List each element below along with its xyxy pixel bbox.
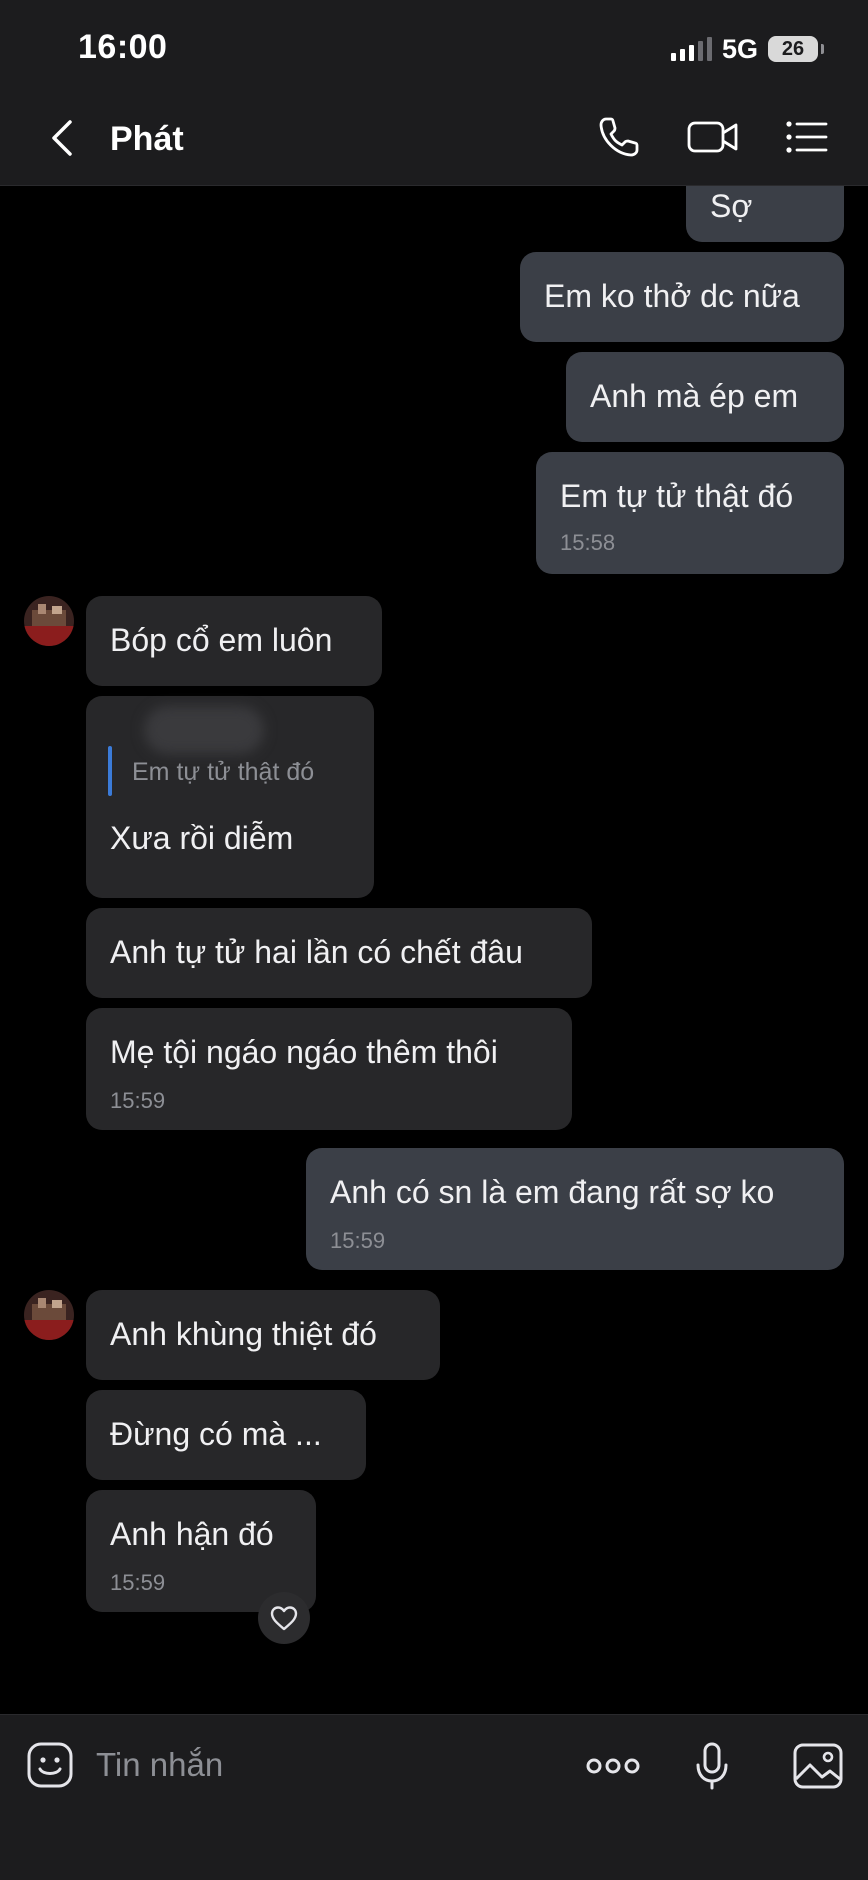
signal-strength-icon	[670, 37, 712, 61]
message-bubble[interactable]: Bóp cổ em luôn	[86, 596, 382, 686]
message-bubble[interactable]: Em tự tử thật đó 15:58	[536, 452, 844, 574]
back-chevron-icon[interactable]	[44, 116, 84, 160]
message-bubble[interactable]: Đừng có mà ...	[86, 1390, 366, 1480]
message-text: Anh tự tử hai lần có chết đâu	[110, 934, 523, 970]
more-dots-icon[interactable]	[584, 1741, 642, 1791]
image-icon[interactable]	[792, 1741, 844, 1791]
message-text: Bóp cổ em luôn	[110, 622, 333, 658]
message-time: 15:59	[110, 1570, 166, 1595]
message-time: 15:58	[560, 530, 616, 555]
message-bubble[interactable]: Sợ	[686, 186, 844, 242]
message-list[interactable]: Sợ Em ko thở dc nữa Anh mà ép em Em tự t…	[0, 186, 868, 1714]
chat-header: Phát	[0, 90, 868, 186]
message-text: Anh mà ép em	[590, 378, 799, 414]
message-text: Mẹ tội ngáo ngáo thêm thôi	[110, 1034, 498, 1070]
avatar[interactable]	[24, 1290, 74, 1340]
blurred-sender-name	[144, 706, 264, 754]
message-text: Anh khùng thiệt đó	[110, 1316, 377, 1352]
network-type: 5G	[721, 33, 758, 64]
status-indicators: 5G 26	[670, 32, 824, 66]
message-input[interactable]	[96, 1735, 556, 1795]
message-input-bar	[0, 1714, 868, 1880]
message-text: Xưa rồi diễm	[110, 820, 294, 856]
message-time: 15:59	[330, 1228, 386, 1253]
battery-icon: 26	[768, 36, 824, 62]
status-bar: 16:00 5G 26	[0, 0, 868, 90]
contact-name[interactable]: Phát	[110, 120, 184, 159]
avatar[interactable]	[24, 596, 74, 646]
quoted-message-text: Em tự tử thật đó	[132, 758, 315, 786]
message-bubble[interactable]: Em ko thở dc nữa	[520, 252, 844, 342]
battery-level: 26	[781, 37, 805, 60]
message-bubble[interactable]: Anh khùng thiệt đó	[86, 1290, 440, 1380]
sticker-face-icon[interactable]	[26, 1741, 74, 1789]
message-text: Em ko thở dc nữa	[544, 278, 800, 314]
message-text: Anh có sn là em đang rất sợ ko	[330, 1174, 775, 1210]
message-text: Đừng có mà ...	[110, 1416, 322, 1452]
message-bubble[interactable]: Anh có sn là em đang rất sợ ko 15:59	[306, 1148, 844, 1270]
phone-icon[interactable]	[596, 114, 642, 160]
message-bubble[interactable]: Anh mà ép em	[566, 352, 844, 442]
message-bubble[interactable]: Mẹ tội ngáo ngáo thêm thôi 15:59	[86, 1008, 572, 1130]
message-time: 15:59	[110, 1088, 166, 1113]
reply-message-bubble[interactable]: Em tự tử thật đó Xưa rồi diễm	[86, 696, 374, 898]
status-time: 16:00	[78, 28, 168, 66]
video-camera-icon[interactable]	[686, 114, 740, 160]
microphone-icon[interactable]	[694, 1741, 730, 1791]
heart-reaction-button[interactable]	[258, 1592, 310, 1644]
heart-outline-icon	[270, 1606, 298, 1631]
list-menu-icon[interactable]	[784, 114, 830, 160]
message-text: Sợ	[710, 188, 753, 224]
message-text: Anh hận đó	[110, 1516, 274, 1552]
message-bubble[interactable]: Anh tự tử hai lần có chết đâu	[86, 908, 592, 998]
quote-accent-bar	[108, 746, 112, 796]
message-text: Em tự tử thật đó	[560, 478, 794, 514]
